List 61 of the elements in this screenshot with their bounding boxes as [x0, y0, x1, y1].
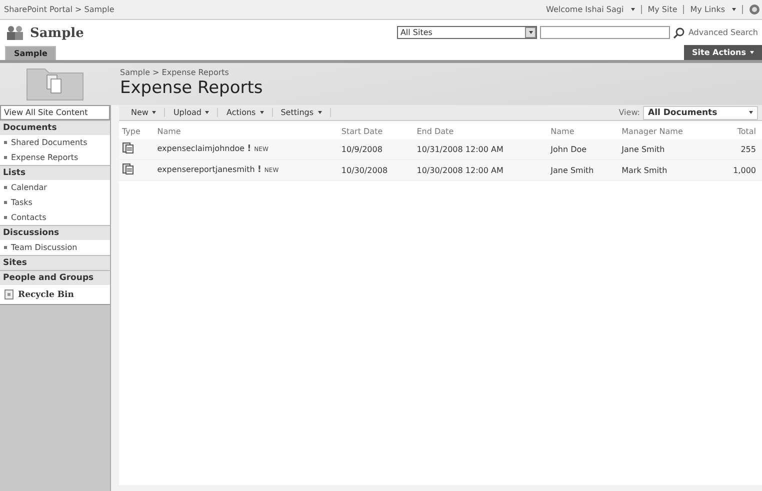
scope-dropdown[interactable]: All Sites: [397, 26, 538, 39]
nav-heading[interactable]: Discussions: [0, 225, 110, 240]
nav-heading[interactable]: Lists: [0, 165, 110, 180]
column-header[interactable]: Type: [119, 124, 154, 139]
help-icon[interactable]: [749, 4, 760, 15]
welcome-menu[interactable]: Welcome Ishai Sagi: [546, 5, 624, 14]
top-link[interactable]: My Site: [648, 5, 678, 14]
bullet-icon: [4, 186, 7, 190]
column-header[interactable]: Name: [548, 124, 619, 139]
document-icon: [122, 163, 134, 175]
bullet-icon: [4, 201, 7, 204]
table-cell: 10/30/2008: [338, 160, 414, 180]
bullet-icon: [4, 156, 7, 160]
document-icon: [122, 142, 134, 154]
nav-item[interactable]: Tasks: [11, 198, 32, 207]
toolbar-menu[interactable]: Actions: [226, 108, 256, 117]
table-cell: Jane Smith: [548, 160, 619, 180]
bullet-icon: [4, 141, 7, 144]
search-icon[interactable]: [673, 26, 686, 38]
table-cell: Mark Smith: [618, 160, 716, 180]
bullet-icon: [4, 216, 7, 220]
portal-breadcrumb[interactable]: SharePoint Portal > Sample: [4, 5, 114, 14]
caret-icon[interactable]: [152, 111, 156, 114]
view-all-link[interactable]: View All Site Content: [0, 105, 110, 120]
view-label: View:: [618, 108, 640, 117]
document-link[interactable]: expensereportjanesmith: [157, 165, 255, 174]
toolbar-menu[interactable]: New: [131, 108, 148, 117]
caret-icon[interactable]: [732, 8, 736, 11]
column-header[interactable]: Name: [154, 124, 338, 139]
caret-icon[interactable]: [205, 111, 210, 114]
page-title: Expense Reports: [120, 78, 263, 98]
toolbar-menu[interactable]: Upload: [173, 108, 202, 117]
site-title[interactable]: Sample: [30, 26, 84, 40]
nav-heading[interactable]: People and Groups: [0, 270, 110, 285]
caret-icon[interactable]: [528, 31, 533, 34]
caret-icon[interactable]: [630, 8, 635, 11]
top-link[interactable]: My Links: [690, 5, 725, 14]
recycle-bin-icon: [4, 289, 14, 300]
caret-icon[interactable]: [260, 111, 264, 114]
table-cell: 1,000: [716, 160, 762, 180]
toolbar-menu[interactable]: Settings: [280, 108, 314, 117]
bullet-icon: [4, 246, 7, 250]
site-actions-menu[interactable]: Site Actions: [684, 45, 762, 60]
table-cell: 10/30/2008 12:00 AM: [414, 160, 548, 180]
nav-heading[interactable]: Documents: [0, 120, 110, 135]
nav-item[interactable]: Contacts: [11, 213, 46, 222]
people-icon: [5, 25, 25, 41]
column-header[interactable]: Manager Name: [618, 124, 716, 139]
column-header[interactable]: End Date: [414, 124, 548, 139]
advanced-search-link[interactable]: Advanced Search: [688, 28, 758, 37]
site-tab[interactable]: Sample: [5, 46, 56, 60]
caret-icon[interactable]: [318, 111, 322, 114]
page-breadcrumb[interactable]: Sample > Expense Reports: [120, 68, 263, 77]
nav-item[interactable]: Calendar: [11, 183, 47, 192]
search-field[interactable]: [540, 26, 670, 39]
view-dropdown[interactable]: All Documents: [643, 106, 758, 120]
document-link[interactable]: expenseclaimjohndoe: [157, 144, 245, 153]
column-header[interactable]: Total: [716, 124, 762, 139]
column-header[interactable]: Start Date: [338, 124, 414, 139]
nav-heading[interactable]: Sites: [0, 255, 110, 270]
caret-icon[interactable]: [749, 111, 753, 114]
